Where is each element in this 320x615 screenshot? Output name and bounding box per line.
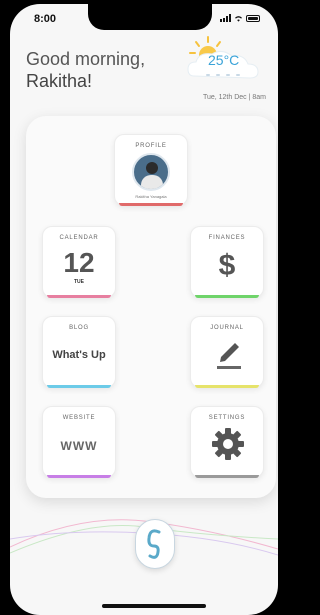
tile-accent bbox=[47, 295, 111, 298]
home-indicator[interactable] bbox=[102, 604, 206, 608]
website-text: WWW bbox=[60, 439, 98, 453]
tile-title: BLOG bbox=[69, 325, 89, 331]
notch bbox=[88, 4, 212, 30]
wifi-icon bbox=[235, 15, 242, 22]
date-text: Tue, 12th Dec | 8am bbox=[202, 94, 266, 101]
website-tile[interactable]: WEBSITE WWW bbox=[42, 406, 116, 478]
greeting-text: Good morning, bbox=[26, 49, 146, 69]
temperature-text: 25°C bbox=[208, 52, 240, 68]
username-text: Rakitha! bbox=[26, 71, 93, 91]
tile-title: FINANCES bbox=[208, 235, 246, 241]
blog-tile[interactable]: BLOG What's Up bbox=[42, 316, 116, 388]
tile-accent bbox=[47, 385, 111, 388]
tile-accent bbox=[195, 475, 259, 478]
journal-tile[interactable]: JOURNAL bbox=[190, 316, 264, 388]
phone-screen: 8:00 Good morning, Rakitha! 25°C Tue, 12… bbox=[10, 4, 278, 615]
tile-accent bbox=[195, 385, 259, 388]
battery-icon bbox=[246, 14, 260, 22]
gear-icon bbox=[212, 428, 244, 460]
dashboard-card: PROFILE Rakitha Yanagala CALENDAR 12 TUE… bbox=[26, 116, 276, 498]
calendar-tile[interactable]: CALENDAR 12 TUE bbox=[42, 226, 116, 298]
pencil-icon bbox=[217, 343, 241, 369]
app-logo-icon bbox=[147, 529, 161, 559]
blog-text: What's Up bbox=[52, 349, 106, 361]
calendar-day-number: 12 bbox=[63, 247, 95, 278]
tile-title: JOURNAL bbox=[210, 325, 244, 331]
tile-accent bbox=[47, 475, 111, 478]
tile-title: CALENDAR bbox=[59, 235, 99, 241]
app-logo-button[interactable] bbox=[135, 519, 175, 569]
calendar-day-name: TUE bbox=[74, 279, 84, 285]
tile-accent bbox=[119, 203, 183, 206]
tile-title: PROFILE bbox=[135, 143, 167, 149]
status-time: 8:00 bbox=[34, 13, 57, 25]
tile-accent bbox=[195, 295, 259, 298]
signal-icon bbox=[220, 14, 231, 22]
tile-title: WEBSITE bbox=[62, 415, 96, 421]
status-icons bbox=[220, 14, 260, 22]
tile-title: SETTINGS bbox=[208, 415, 246, 421]
dollar-icon: $ bbox=[218, 249, 236, 282]
settings-tile[interactable]: SETTINGS bbox=[190, 406, 264, 478]
avatar bbox=[132, 153, 170, 191]
finances-tile[interactable]: FINANCES $ bbox=[190, 226, 264, 298]
profile-caption: Rakitha Yanagala bbox=[135, 194, 167, 199]
weather-widget[interactable]: 25°C bbox=[178, 34, 266, 86]
profile-tile[interactable]: PROFILE Rakitha Yanagala bbox=[114, 134, 188, 206]
